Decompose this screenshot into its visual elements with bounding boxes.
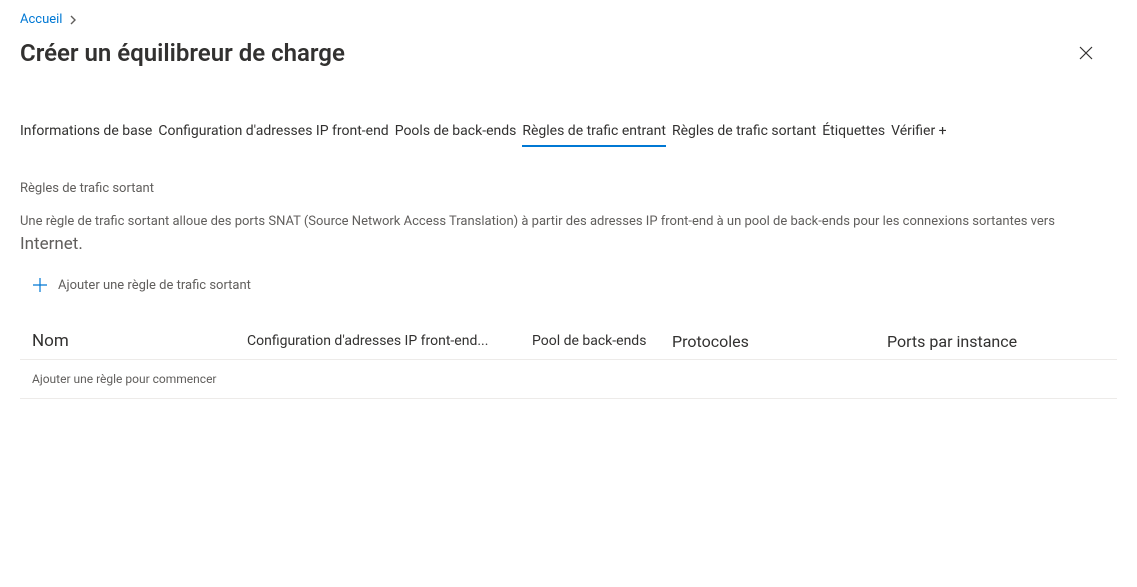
tab-basics[interactable]: Informations de base [20, 123, 152, 147]
tab-outbound-rules[interactable]: Règles de trafic sortant [672, 123, 816, 147]
close-icon [1079, 46, 1093, 60]
outbound-desc-text: Une règle de trafic sortant alloue des p… [20, 214, 1055, 229]
outbound-section-description: Une règle de trafic sortant alloue des p… [0, 196, 1137, 257]
add-outbound-rule-button[interactable]: Ajouter une règle de trafic sortant [0, 257, 1137, 293]
tabs-row: Informations de base Configuration d'adr… [0, 75, 1137, 147]
close-button[interactable] [1075, 42, 1097, 64]
breadcrumb-home-link[interactable]: Accueil [20, 12, 62, 27]
page-title: Créer un équilibreur de charge [20, 39, 345, 67]
column-backend-pool[interactable]: Pool de back-ends [532, 333, 672, 349]
column-frontend-ip[interactable]: Configuration d'adresses IP front-end... [247, 333, 532, 349]
page-header: Créer un équilibreur de charge [0, 31, 1137, 75]
table-empty-row: Ajouter une règle pour commencer [20, 359, 1117, 399]
tab-tags[interactable]: Étiquettes [822, 123, 885, 147]
breadcrumb: Accueil [0, 0, 1137, 31]
tab-backend-pools[interactable]: Pools de back-ends [395, 123, 517, 147]
column-name[interactable]: Nom [32, 331, 247, 351]
column-ports-per-instance[interactable]: Ports par instance [887, 332, 1105, 351]
outbound-section-heading: Règles de trafic sortant [0, 147, 1137, 196]
tab-inbound-rules[interactable]: Règles de trafic entrant [522, 123, 666, 147]
column-protocols[interactable]: Protocoles [672, 332, 887, 351]
plus-icon [32, 277, 48, 293]
outbound-desc-emph: Internet. [20, 234, 83, 254]
add-outbound-rule-label: Ajouter une règle de trafic sortant [58, 278, 251, 293]
outbound-rules-table: Nom Configuration d'adresses IP front-en… [0, 293, 1137, 399]
tab-frontend-ip[interactable]: Configuration d'adresses IP front-end [158, 123, 388, 147]
table-header-row: Nom Configuration d'adresses IP front-en… [20, 331, 1117, 359]
tab-review[interactable]: Vérifier + [891, 123, 947, 147]
chevron-right-icon [70, 15, 78, 25]
